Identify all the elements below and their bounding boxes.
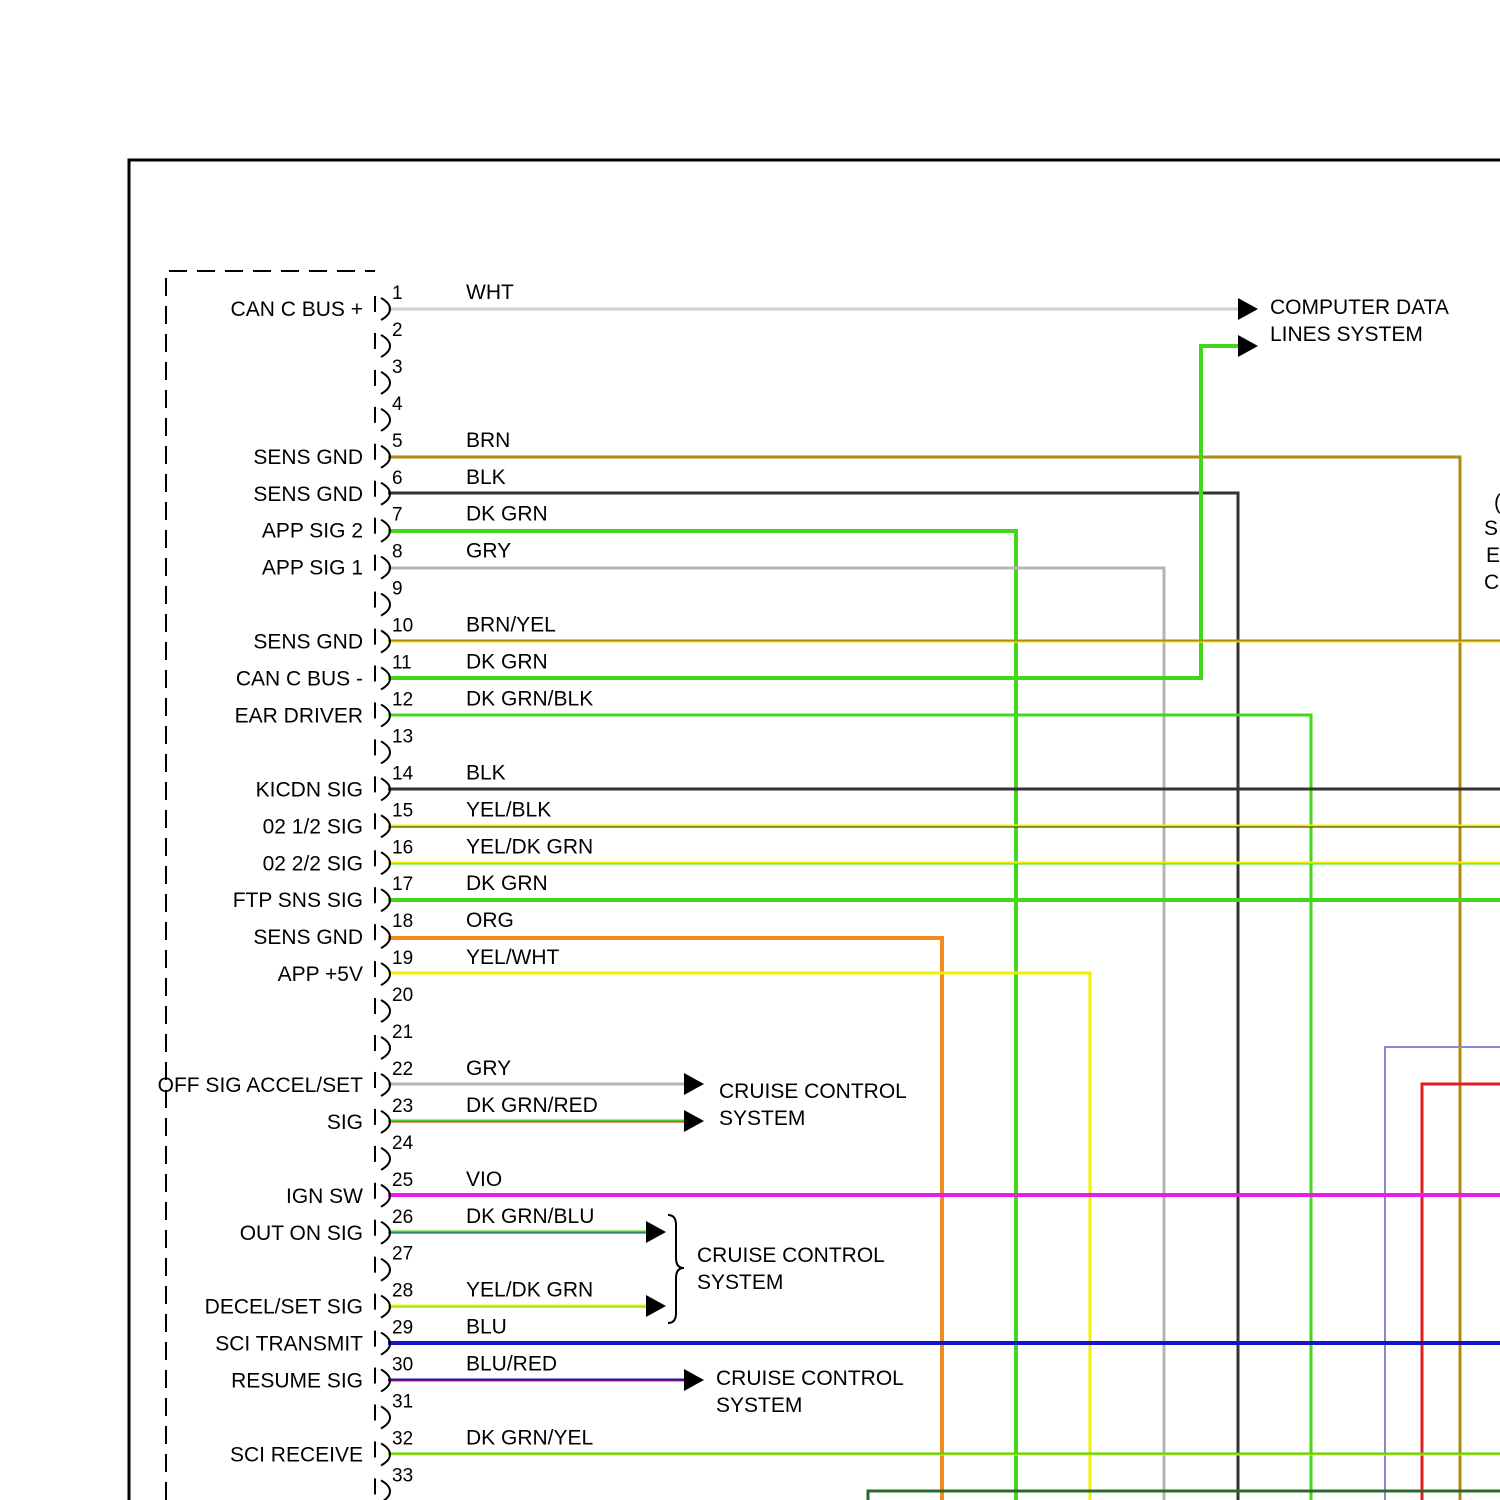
pin-number: 9 [392,579,403,600]
pin-number: 28 [392,1281,413,1302]
pin-number: 5 [392,431,403,452]
pin-label: CAN C BUS + [231,298,363,321]
wire-color-code: BLU [466,1316,507,1339]
pin-label: IGN SW [286,1185,363,1208]
wire-color-code: DK GRN [466,872,548,895]
destination-data-lines-1: COMPUTER DATA [1270,296,1449,319]
pin-number: 3 [392,357,403,378]
pin-number: 13 [392,726,413,747]
pin-number: 25 [392,1170,413,1191]
destination-cruise-b-2: SYSTEM [697,1271,783,1294]
pin-label: SENS GND [253,446,363,469]
pin-number: 4 [392,394,403,415]
pin-label: DECEL/SET SIG [205,1296,363,1319]
wire-color-code: BRN [466,429,510,452]
pin-number: 19 [392,948,413,969]
wire-color-code: GRY [466,540,511,563]
pin-label: SIG [327,1111,363,1134]
pin-number: 11 [392,653,412,674]
pin-number: 24 [392,1133,414,1154]
wire-color-code: BLK [466,761,506,784]
pin-label: SCI TRANSMIT [215,1333,363,1356]
pin-number: 20 [392,985,413,1006]
pin-number: 29 [392,1318,413,1339]
edge-fragment: S [1484,517,1498,540]
pin-label: 02 2/2 SIG [263,852,363,875]
wire-color-code: DK GRN [466,651,548,674]
wire-color-code: DK GRN/RED [466,1094,598,1117]
edge-fragment: ( [1494,491,1500,514]
pin-number: 6 [392,468,403,489]
pin-number: 30 [392,1355,413,1376]
destination-data-lines-2: LINES SYSTEM [1270,323,1423,346]
pin-number: 12 [392,689,413,710]
pin-label: OFF SIG ACCEL/SET [158,1074,364,1097]
edge-fragment: E [1486,544,1500,567]
wire-color-code: YEL/WHT [466,946,560,969]
pin-label: APP SIG 1 [262,557,363,580]
wire-color-code: BLK [466,466,506,489]
wire-color-code: DK GRN/BLK [466,687,593,710]
edge-fragment: C [1484,571,1499,594]
pin-label: FTP SNS SIG [233,889,363,912]
pin-number: 8 [392,542,403,563]
pin-label: KICDN SIG [256,778,363,801]
pin-number: 33 [392,1465,413,1486]
pin-number: 1 [392,283,403,304]
wiring-diagram: 1CAN C BUS +WHT2345SENS GNDBRN6SENS GNDB… [0,0,1500,1500]
pin-label: SCI RECEIVE [230,1443,363,1466]
destination-cruise-a-1: CRUISE CONTROL [719,1080,907,1103]
pin-number: 7 [392,505,403,526]
pin-number: 31 [392,1392,413,1413]
pin-number: 15 [392,800,413,821]
pin-number: 27 [392,1244,413,1265]
destination-cruise-c-1: CRUISE CONTROL [716,1367,904,1390]
pin-number: 21 [392,1022,413,1043]
wire-color-code: VIO [466,1168,502,1191]
wire-color-code: YEL/DK GRN [466,835,593,858]
pin-number: 16 [392,837,413,858]
pin-label: APP SIG 2 [262,520,363,543]
pin-label: SENS GND [253,631,363,654]
wire-color-code: BRN/YEL [466,614,556,637]
destination-cruise-b-1: CRUISE CONTROL [697,1244,885,1267]
pin-number: 26 [392,1207,413,1228]
pin-number: 23 [392,1096,413,1117]
pin-label: RESUME SIG [231,1370,363,1393]
wire-color-code: DK GRN [466,503,548,526]
pin-label: 02 1/2 SIG [263,815,363,838]
pin-number: 2 [392,320,403,341]
pin-number: 10 [392,616,413,637]
wire-color-code: YEL/BLK [466,798,551,821]
wire-color-code: WHT [466,281,514,304]
wire-color-code: DK GRN/YEL [466,1426,593,1449]
pin-label: EAR DRIVER [235,704,363,727]
pin-label: SENS GND [253,926,363,949]
wire-color-code: GRY [466,1057,511,1080]
wire-color-code: DK GRN/BLU [466,1205,594,1228]
pin-label: OUT ON SIG [240,1222,363,1245]
pin-label: APP +5V [278,963,363,986]
destination-cruise-c-2: SYSTEM [716,1394,802,1417]
pin-number: 18 [392,911,413,932]
pin-label: CAN C BUS - [236,668,363,691]
wire-color-code: YEL/DK GRN [466,1279,593,1302]
destination-cruise-a-2: SYSTEM [719,1107,805,1130]
pin-number: 22 [392,1059,413,1080]
pin-number: 17 [392,874,413,895]
pin-number: 32 [392,1428,413,1449]
wire-color-code: BLU/RED [466,1353,557,1376]
pin-number: 14 [392,763,414,784]
pin-label: SENS GND [253,483,363,506]
wire-color-code: ORG [466,909,514,932]
